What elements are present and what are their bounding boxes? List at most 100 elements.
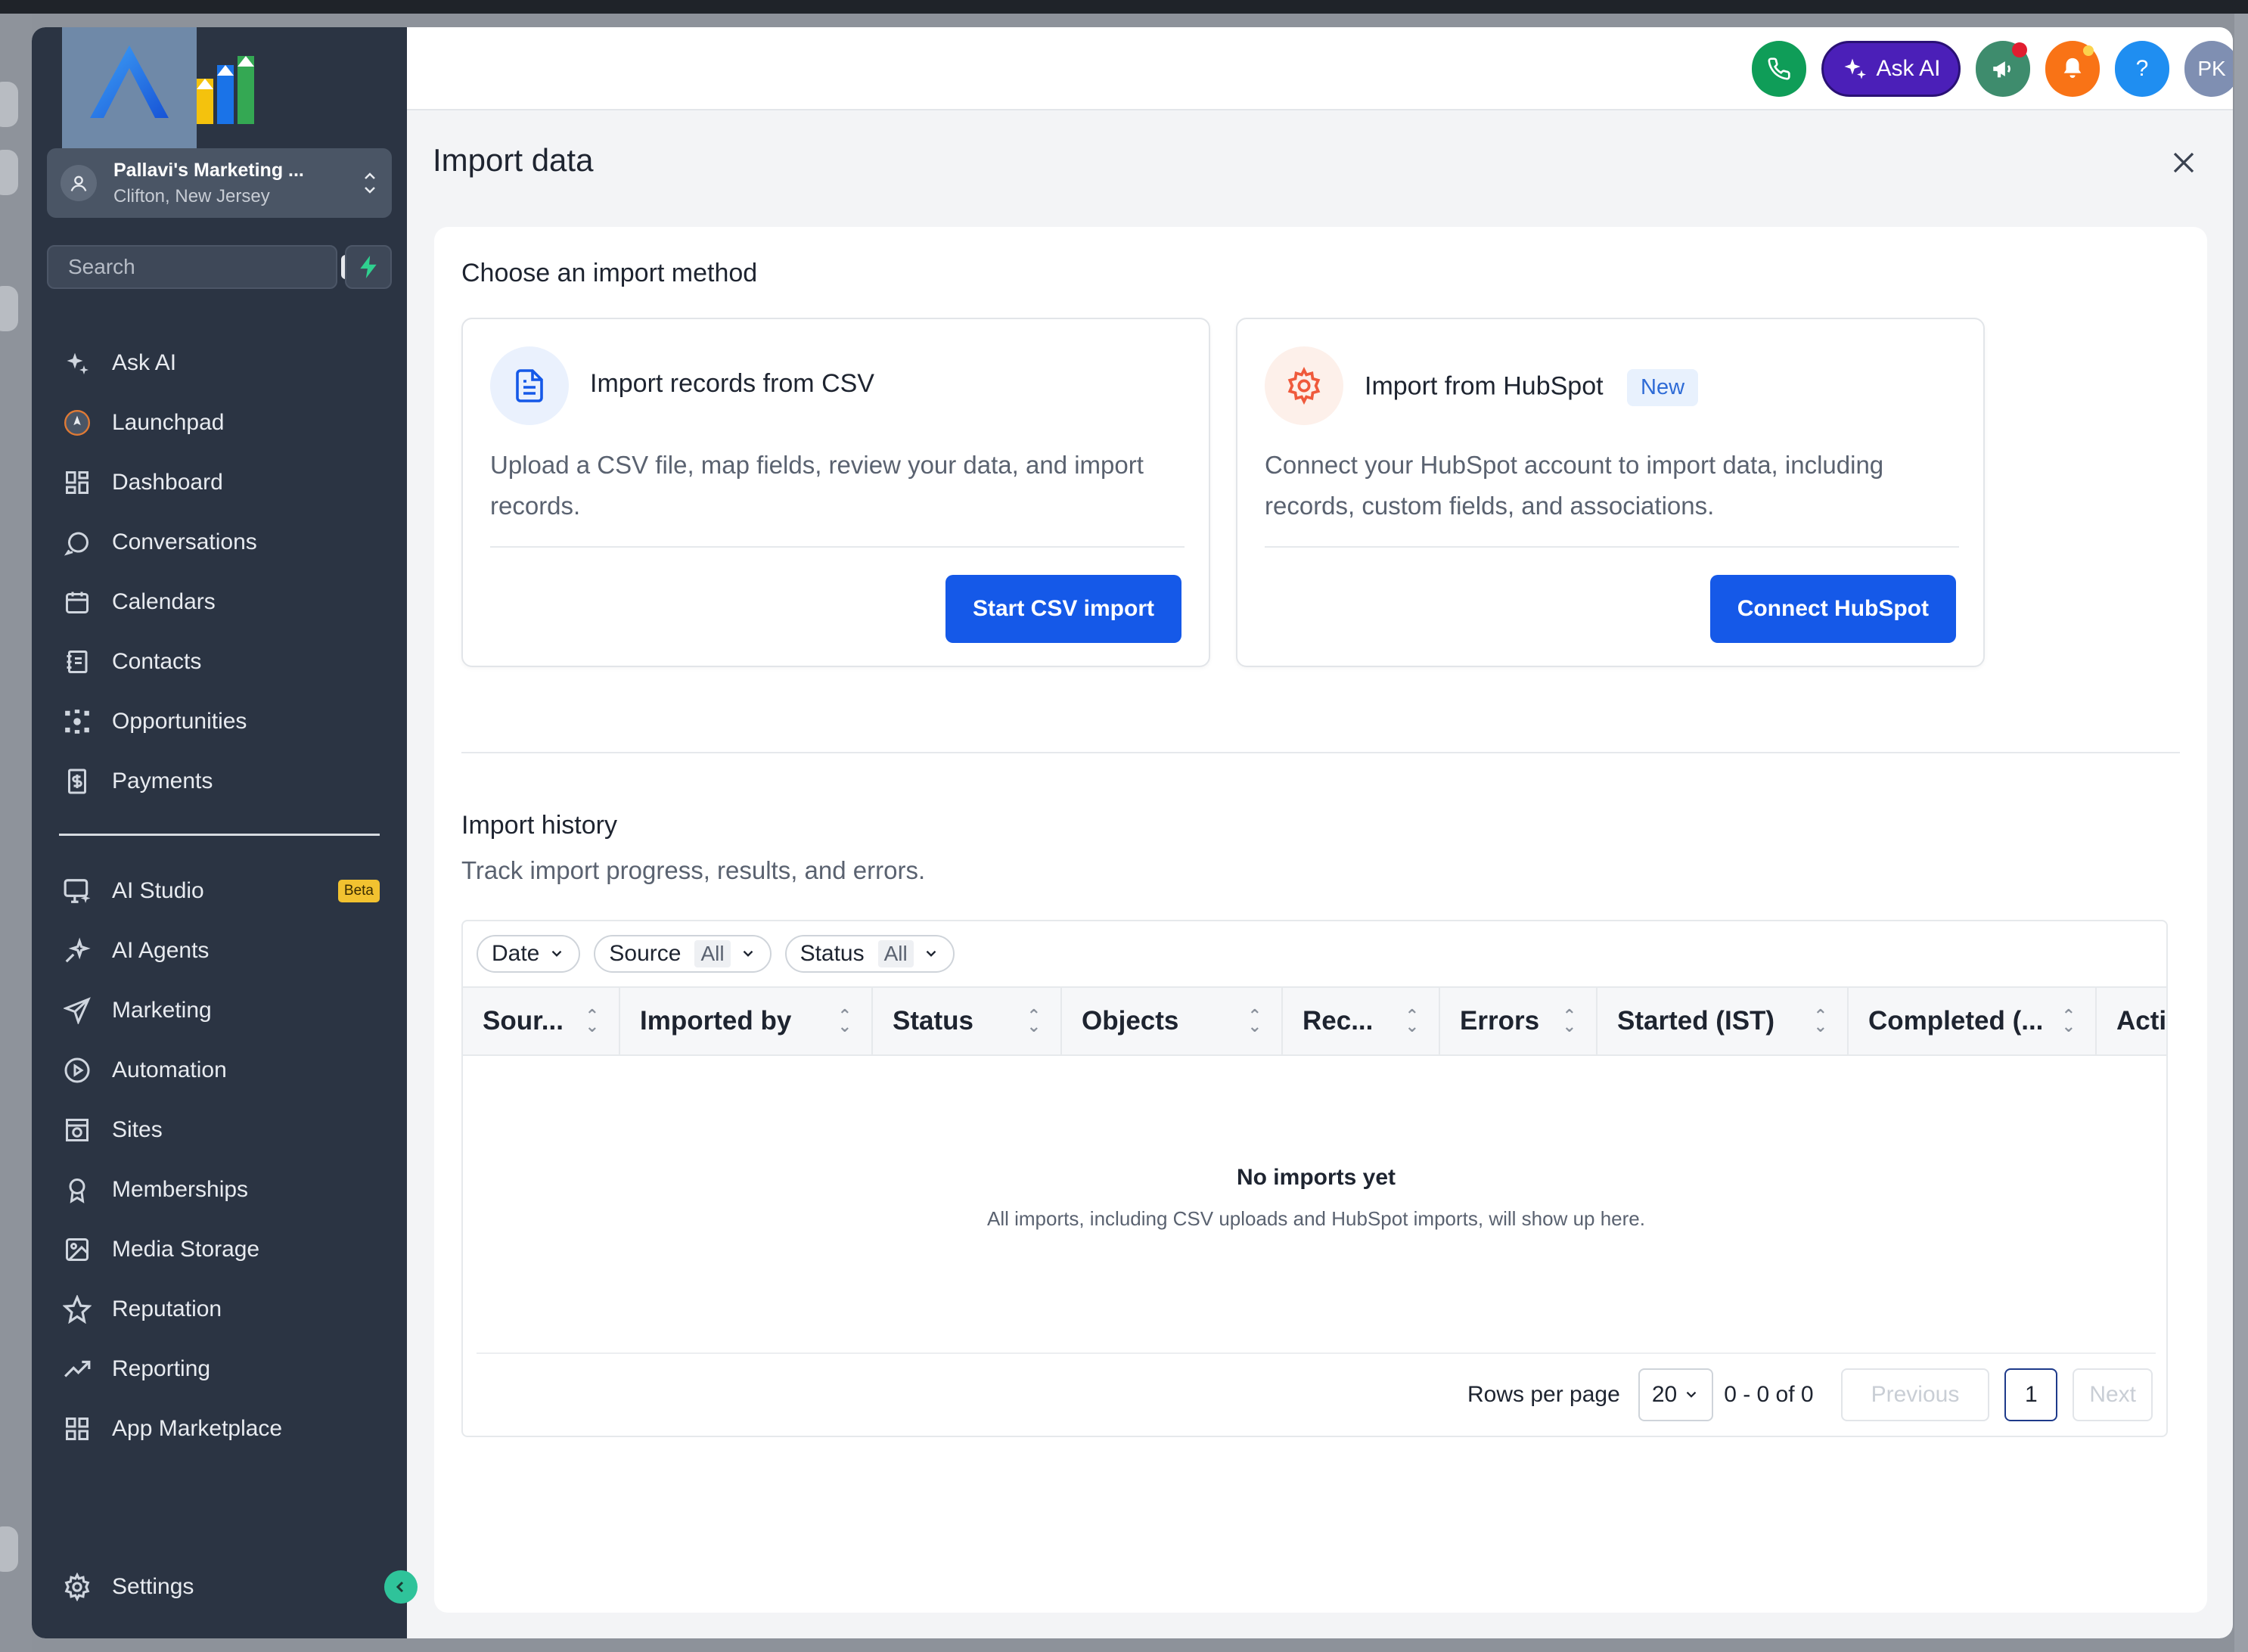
calendar-icon [61,585,94,619]
column-header-actions[interactable]: Actio [2097,988,2166,1054]
automation-icon [61,1054,94,1087]
help-icon: ? [2135,56,2149,81]
sidebar-item-automation[interactable]: Automation [54,1040,387,1100]
new-badge: New [1627,369,1699,406]
launchpad-icon [61,406,94,439]
section-divider [461,752,2180,753]
sidebar-item-ai-studio[interactable]: AI Studio Beta [54,861,387,921]
bell-icon [2063,57,2082,79]
opportunities-icon [61,705,94,738]
sidebar-item-memberships[interactable]: Memberships [54,1160,387,1219]
page-number-button[interactable]: 1 [2004,1368,2058,1421]
announcements-button[interactable] [1976,41,2030,97]
account-switcher[interactable]: Pallavi's Marketing ... Clifton, New Jer… [47,148,392,218]
sort-icon: ⌃ ⌄ [1026,1006,1041,1036]
sidebar-nav-primary: Ask AI Launchpad Dashboard Conversations… [54,333,387,811]
sidebar-item-contacts[interactable]: Contacts [54,632,387,691]
sidebar-item-sites[interactable]: Sites [54,1100,387,1160]
user-avatar[interactable]: PK [2184,41,2233,97]
hubspot-card-title: Import from HubSpot [1365,371,1604,401]
background-app-tab [0,1526,18,1572]
sidebar-search[interactable]: ⌘K [47,245,381,289]
rows-per-page-select[interactable]: 20 [1638,1368,1714,1421]
sidebar-item-label: Reputation [112,1296,222,1321]
sidebar-item-dashboard[interactable]: Dashboard [54,452,387,512]
sidebar-item-app-marketplace[interactable]: App Marketplace [54,1399,387,1458]
sidebar-item-label: AI Studio [112,877,204,903]
column-label: Objects [1082,1006,1179,1036]
chevron-down-icon [552,950,562,957]
send-icon [61,994,94,1027]
sidebar-item-reputation[interactable]: Reputation [54,1279,387,1339]
sidebar-item-conversations[interactable]: Conversations [54,512,387,572]
chevron-left-icon [396,1581,404,1593]
notification-dot [2012,42,2027,57]
sidebar-item-label: Sites [112,1116,163,1142]
sidebar-divider [59,834,380,836]
column-header-status[interactable]: Status ⌃ ⌄ [873,988,1062,1054]
help-button[interactable]: ? [2115,41,2169,97]
quick-action-button[interactable] [345,245,392,289]
sort-icon: ⌃ ⌄ [1562,1006,1576,1036]
sidebar-item-marketing[interactable]: Marketing [54,980,387,1040]
column-label: Sour... [483,1006,564,1036]
card-divider [490,546,1185,548]
sidebar-item-reporting[interactable]: Reporting [54,1339,387,1399]
column-header-objects[interactable]: Objects ⌃ ⌄ [1062,988,1283,1054]
sidebar-item-ask-ai[interactable]: Ask AI [54,333,387,393]
close-icon [2173,152,2194,173]
sidebar-item-ai-agents[interactable]: AI Agents [54,921,387,980]
column-header-completed[interactable]: Completed (... ⌃ ⌄ [1849,988,2097,1054]
filter-label: Status [800,941,865,966]
sidebar-item-settings[interactable]: Settings [54,1557,387,1616]
agency-logo[interactable] [62,27,197,157]
import-history-subtitle: Track import progress, results, and erro… [461,856,926,884]
filter-value: All [694,940,731,967]
notifications-button[interactable] [2045,41,2100,97]
search-input[interactable] [68,255,341,279]
column-header-imported-by[interactable]: Imported by ⌃ ⌄ [620,988,873,1054]
import-history-table: Date Source All Status All Sour... ⌃ ⌄ Imp… [461,920,2168,1437]
sidebar-collapse-button[interactable] [384,1570,418,1604]
ask-ai-button[interactable]: Ask AI [1821,41,1961,97]
background-app-tab [0,150,18,195]
start-csv-import-button[interactable]: Start CSV import [945,575,1181,643]
image-icon [61,1233,94,1266]
hubspot-import-card: Import from HubSpot New Connect your Hub… [1236,318,1985,667]
notification-dot [2083,45,2094,56]
empty-state-subtitle: All imports, including CSV uploads and H… [987,1207,1645,1230]
close-button[interactable] [2165,144,2203,182]
connect-hubspot-button[interactable]: Connect HubSpot [1709,575,1956,643]
account-name: Pallavi's Marketing ... [113,159,304,181]
sidebar-item-media-storage[interactable]: Media Storage [54,1219,387,1279]
sidebar-item-calendars[interactable]: Calendars [54,572,387,632]
column-header-started[interactable]: Started (IST) ⌃ ⌄ [1598,988,1849,1054]
import-history-heading: Import history [461,811,617,840]
source-filter[interactable]: Source All [594,935,772,973]
status-filter[interactable]: Status All [784,935,955,973]
background-app-tab [0,286,18,331]
column-label: Rec... [1303,1006,1374,1036]
column-header-records[interactable]: Rec... ⌃ ⌄ [1283,988,1440,1054]
sidebar-item-payments[interactable]: Payments [54,751,387,811]
location-avatar-icon [61,165,97,201]
column-label: Imported by [640,1006,792,1036]
filter-label: Source [609,941,682,966]
table-header: Sour... ⌃ ⌄ Imported by ⌃ ⌄ Status ⌃ ⌄ Objects… [463,986,2166,1056]
next-page-button[interactable]: Next [2073,1368,2153,1421]
column-header-errors[interactable]: Errors ⌃ ⌄ [1440,988,1598,1054]
previous-page-button[interactable]: Previous [1840,1368,1990,1421]
avatar-initials: PK [2197,57,2226,80]
date-filter[interactable]: Date [477,935,581,973]
megaphone-icon [1993,61,2010,78]
column-label: Errors [1460,1006,1540,1036]
sidebar-item-launchpad[interactable]: Launchpad [54,393,387,452]
sort-icon: ⌃ ⌄ [1247,1006,1262,1036]
empty-state-title: No imports yet [1236,1165,1396,1190]
phone-button[interactable] [1752,41,1806,97]
sort-icon: ⌃ ⌄ [1813,1006,1827,1036]
sidebar-item-opportunities[interactable]: Opportunities [54,691,387,751]
ai-studio-icon [61,874,94,908]
chevron-down-icon [926,950,936,957]
column-header-source[interactable]: Sour... ⌃ ⌄ [463,988,620,1054]
